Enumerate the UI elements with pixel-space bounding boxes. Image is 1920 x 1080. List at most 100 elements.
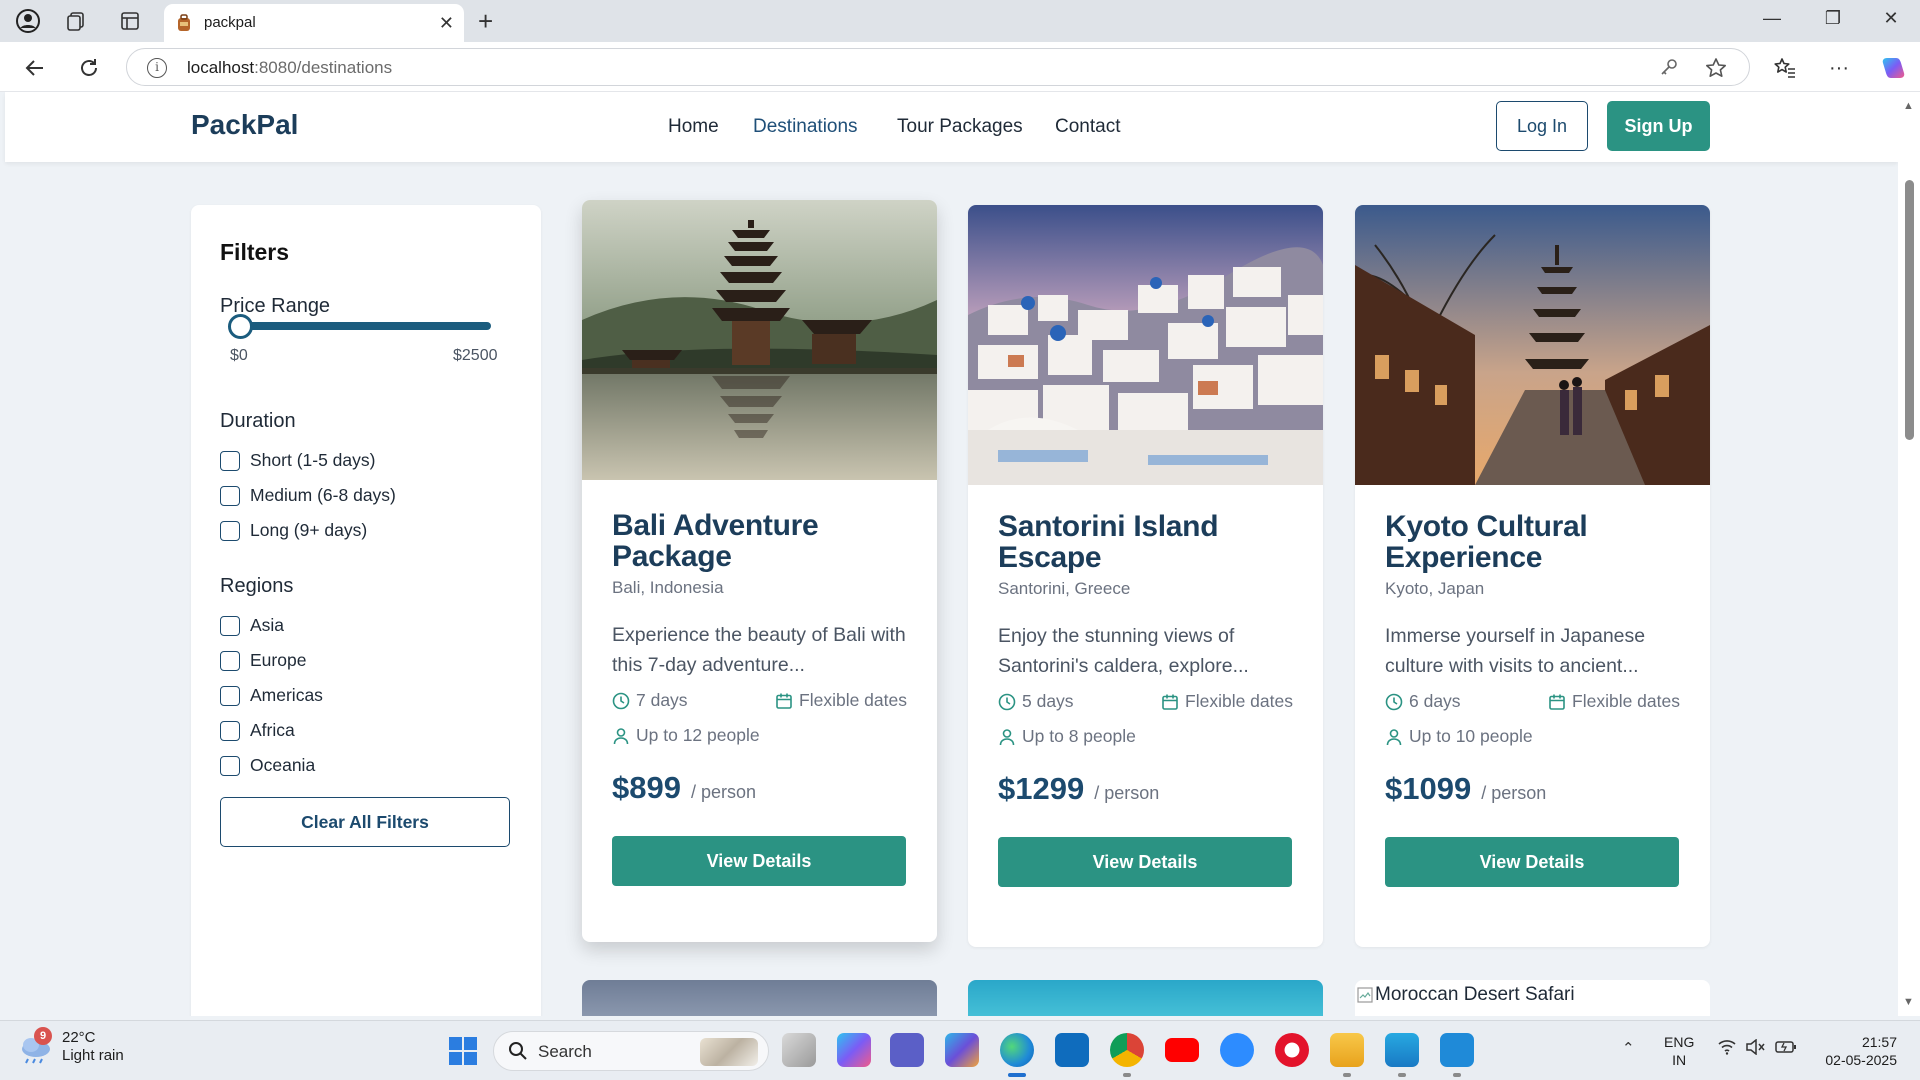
checkbox-box[interactable] [220,685,240,706]
reload-icon[interactable] [74,53,104,83]
price-range-track[interactable] [235,322,491,330]
checkbox-box[interactable] [220,650,240,671]
region-africa-checkbox[interactable]: Africa [220,720,295,741]
scroll-up-icon[interactable]: ▲ [1903,100,1914,112]
region-americas-checkbox[interactable]: Americas [220,685,323,706]
group-text: Up to 10 people [1409,726,1533,746]
nav-contact[interactable]: Contact [1055,116,1120,138]
card-title[interactable]: Bali Adventure Package [612,510,907,572]
duration-long-checkbox[interactable]: Long (9+ days) [220,520,367,541]
bali-temple-image[interactable] [582,200,937,480]
weather-alert-badge: 9 [34,1027,52,1045]
checkbox-box[interactable] [220,720,240,741]
zoom-icon[interactable] [1220,1033,1254,1067]
close-window-icon[interactable]: ✕ [1871,8,1911,29]
battery-icon[interactable] [1775,1039,1797,1059]
favorites-icon[interactable] [1770,53,1800,83]
checkbox-label: Oceania [250,755,316,775]
price-range-thumb[interactable] [228,314,253,339]
volume-muted-icon[interactable] [1745,1038,1765,1059]
chrome-icon[interactable] [1110,1033,1144,1067]
region-oceania-checkbox[interactable]: Oceania [220,755,315,776]
show-hidden-icons-icon[interactable]: ⌃ [1622,1039,1635,1057]
weather-widget[interactable]: 9 22°C Light rain [18,1027,124,1065]
windows-start-icon[interactable] [448,1036,478,1071]
card-description: Enjoy the stunning views of Santorini's … [998,625,1249,677]
language-indicator[interactable]: ENG IN [1664,1033,1694,1069]
scroll-down-icon[interactable]: ▼ [1903,996,1914,1008]
restore-icon[interactable]: ❐ [1813,8,1853,29]
destination-card-peek[interactable] [968,980,1323,1016]
nav-tour-packages[interactable]: Tour Packages [897,116,1023,138]
checkbox-box[interactable] [220,755,240,776]
edge-icon[interactable] [1000,1033,1034,1067]
url-text: localhost:8080/destinations [187,58,392,78]
kyoto-pagoda-image[interactable] [1355,205,1710,485]
site-info-icon[interactable]: i [147,58,167,78]
vscode-icon[interactable] [1440,1033,1474,1067]
more-menu-icon[interactable]: ··· [1824,53,1854,83]
destination-card-peek[interactable]: Moroccan Desert Safari [1355,980,1710,1016]
profile-icon[interactable] [14,7,42,35]
system-clock[interactable]: 21:57 02-05-2025 [1817,1033,1897,1069]
youtube-icon[interactable] [1165,1038,1199,1062]
region-europe-checkbox[interactable]: Europe [220,650,306,671]
copilot-app-icon[interactable] [837,1033,871,1067]
browser-tab-bar: packpal ✕ + — ❐ ✕ [0,0,1920,42]
close-tab-icon[interactable]: ✕ [439,13,454,34]
login-button[interactable]: Log In [1496,101,1588,151]
page-scrollbar[interactable]: ▲ ▼ [1898,92,1920,1016]
passwords-key-icon[interactable] [1659,57,1679,82]
nav-destinations[interactable]: Destinations [753,116,858,138]
minimize-icon[interactable]: — [1752,8,1792,29]
group-meta: Up to 10 people [1385,726,1533,747]
explorer-running-indicator [1343,1073,1351,1077]
lang-bottom: IN [1672,1052,1687,1068]
checkbox-box[interactable] [220,615,240,636]
card-title[interactable]: Kyoto Cultural Experience [1385,511,1680,573]
task-view-icon[interactable] [782,1033,816,1067]
nav-home[interactable]: Home [668,116,719,138]
workspaces-icon[interactable] [62,7,90,35]
vertical-tabs-icon[interactable] [116,7,144,35]
back-icon[interactable] [20,53,50,83]
address-bar-row: i localhost:8080/destinations ··· [0,42,1920,92]
checkbox-box[interactable] [220,485,240,506]
brand-logo[interactable]: PackPal [191,109,298,141]
m365-icon[interactable] [945,1033,979,1067]
notepad-icon[interactable] [1385,1033,1419,1067]
card-title[interactable]: Santorini Island Escape [998,511,1293,573]
price-unit: / person [1094,783,1160,803]
wifi-icon[interactable] [1718,1039,1736,1059]
santorini-image[interactable] [968,205,1323,485]
regions-label: Regions [220,575,294,597]
checkbox-box[interactable] [220,450,240,471]
scrollbar-thumb[interactable] [1905,180,1914,440]
duration-short-checkbox[interactable]: Short (1-5 days) [220,450,375,471]
page-viewport: PackPal Home Destinations Tour Packages … [0,92,1898,1016]
card-meta: 7 days Flexible dates Up to 12 people [612,690,907,760]
duration-text: 6 days [1409,691,1461,711]
view-details-button[interactable]: View Details [1385,837,1679,887]
signup-button[interactable]: Sign Up [1607,101,1710,151]
file-explorer-icon[interactable] [1330,1033,1364,1067]
weather-rain-icon: 9 [18,1027,54,1065]
duration-medium-checkbox[interactable]: Medium (6-8 days) [220,485,396,506]
view-details-button[interactable]: View Details [998,837,1292,887]
browser-tab[interactable]: packpal ✕ [164,4,464,42]
new-tab-icon[interactable]: + [478,6,493,37]
copilot-icon[interactable] [1878,53,1908,83]
region-asia-checkbox[interactable]: Asia [220,615,284,636]
favorite-star-icon[interactable] [1705,57,1727,84]
view-details-button[interactable]: View Details [612,836,906,886]
duration-meta: 5 days [998,691,1074,712]
clear-filters-button[interactable]: Clear All Filters [220,797,510,847]
destination-card-peek[interactable] [582,980,937,1016]
teams-icon[interactable] [890,1033,924,1067]
opera-icon[interactable] [1275,1033,1309,1067]
edge-active-indicator [1008,1073,1026,1077]
url-field[interactable]: i localhost:8080/destinations [126,48,1750,86]
checkbox-box[interactable] [220,520,240,541]
outlook-icon[interactable] [1055,1033,1089,1067]
taskbar-search[interactable]: Search [493,1031,769,1071]
